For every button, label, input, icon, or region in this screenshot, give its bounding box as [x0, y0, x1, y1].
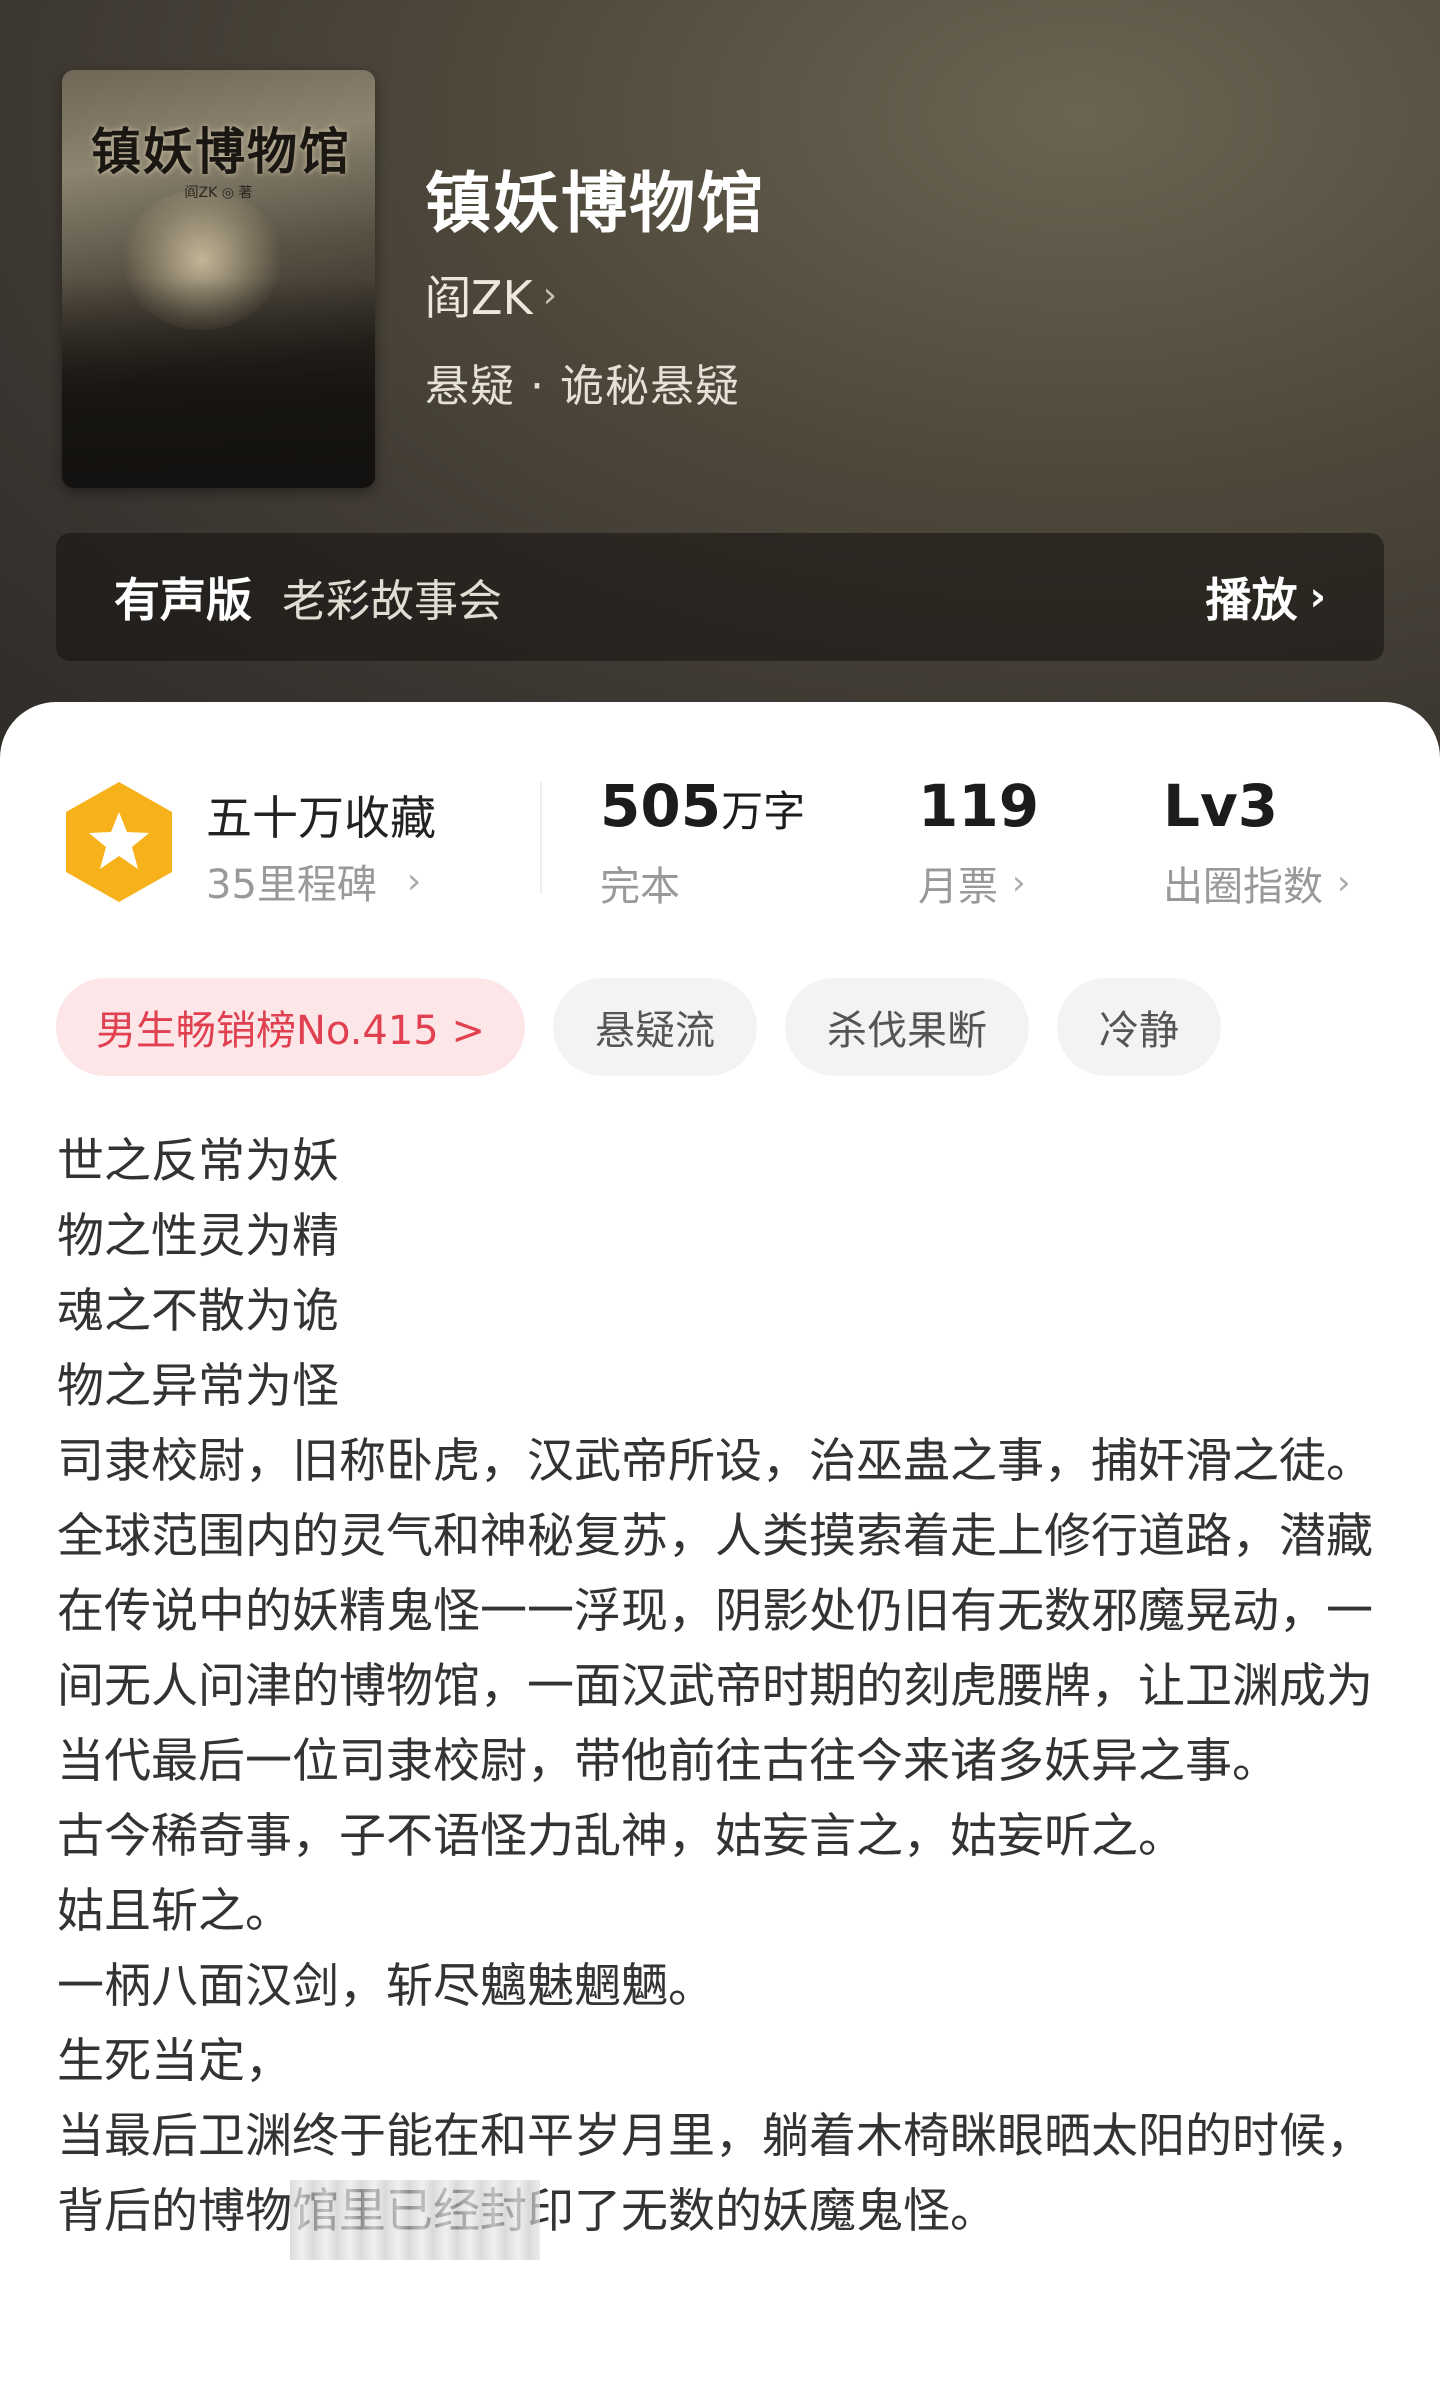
tag-item[interactable]: 杀伐果断 [784, 978, 1029, 1076]
redaction-blur [290, 2180, 540, 2260]
author-name: 阎ZK [425, 271, 533, 325]
description-line: 全球范围内的灵气和神秘复苏，人类摸索着走上修行道路，潜藏在传说中的妖精鬼怪一一浮… [57, 1509, 1373, 1789]
ranking-tag[interactable]: 男生畅销榜No.415 > [56, 978, 525, 1076]
description-line: 魂之不散为诡 [57, 1284, 339, 1339]
influence-level-value: Lv3 [1163, 772, 1279, 840]
tag-item[interactable]: 冷静 [1056, 978, 1221, 1076]
book-detail-card: 五十万收藏 35里程碑 › 505万字 完本 119 月票 › Lv3 出圈指数 ›… [0, 702, 1440, 2402]
chevron-right-icon: › [542, 274, 558, 316]
influence-index-label: 出圈指数 [1163, 864, 1323, 910]
author-link[interactable]: 阎ZK › [425, 262, 557, 328]
description-line: 物之异常为怪 [57, 1359, 339, 1414]
chevron-right-icon: › [406, 860, 422, 902]
book-header: 镇妖博物馆 阎ZK ◎ 著 镇妖博物馆 阎ZK › 悬疑 · 诡秘悬疑 有声版 … [0, 0, 1440, 760]
description-line: 世之反常为妖 [57, 1134, 339, 1189]
book-cover[interactable]: 镇妖博物馆 阎ZK ◎ 著 [62, 70, 375, 488]
description-line: 古今稀奇事，子不语怪力乱神，姑妄言之，姑妄听之。 [57, 1809, 1185, 1864]
influence-index-stat[interactable]: Lv3 出圈指数 › [1163, 772, 1351, 912]
audio-version-bar[interactable]: 有声版 老彩故事会 播放 › [56, 533, 1384, 661]
book-genre: 悬疑 · 诡秘悬疑 [425, 361, 740, 412]
book-title: 镇妖博物馆 [425, 164, 765, 242]
description-line: 司隶校尉，旧称卧虎，汉武帝所设，治巫蛊之事，捕奸滑之徒。 [57, 1434, 1373, 1489]
tag-item[interactable]: 悬疑流 [552, 978, 757, 1076]
cover-author: 阎ZK ◎ 著 [184, 185, 253, 201]
milestone-link[interactable]: 35里程碑 › [206, 852, 421, 910]
audio-tag: 有声版 [114, 573, 252, 627]
chevron-right-icon: › [1337, 863, 1351, 903]
cover-title: 镇妖博物馆 [91, 122, 351, 181]
monthly-tickets-label: 月票 [918, 864, 998, 910]
completion-status: 完本 [600, 864, 680, 910]
word-count-value: 505 [600, 772, 722, 840]
description-line: 物之性灵为精 [57, 1209, 339, 1264]
chevron-right-icon: › [1012, 863, 1026, 903]
description-line: 生死当定， [57, 2034, 292, 2089]
play-button[interactable]: 播放 › [1206, 564, 1326, 630]
play-label: 播放 [1205, 573, 1298, 627]
tag-list: 男生畅销榜No.415 > 悬疑流 杀伐果断 冷静 [56, 978, 1249, 1076]
stat-divider [540, 782, 542, 894]
milestone-label: 35里程碑 [206, 862, 377, 908]
chevron-right-icon: › [1309, 574, 1326, 620]
book-description: 世之反常为妖 物之性灵为精 魂之不散为诡 物之异常为怪 司隶校尉，旧称卧虎，汉武… [57, 1124, 1387, 2249]
word-count-stat: 505万字 完本 [600, 772, 805, 912]
star-hexagon-icon [66, 782, 172, 902]
description-line: 姑且斩之。 [57, 1884, 292, 1939]
description-line: 当最后卫渊终于能在和平岁月里，躺着木椅眯眼晒太阳的时候，背后的博物馆里已经封印了… [57, 2109, 1373, 2239]
collect-count: 五十万收藏 [206, 791, 436, 845]
word-count-unit: 万字 [721, 787, 806, 836]
description-line: 一柄八面汉剑，斩尽魑魅魍魉。 [57, 1959, 715, 2014]
audio-narrator: 老彩故事会 [282, 576, 502, 627]
cover-art-shadow [62, 278, 375, 488]
monthly-tickets-stat[interactable]: 119 月票 › [918, 772, 1039, 912]
monthly-tickets-value: 119 [918, 772, 1040, 840]
